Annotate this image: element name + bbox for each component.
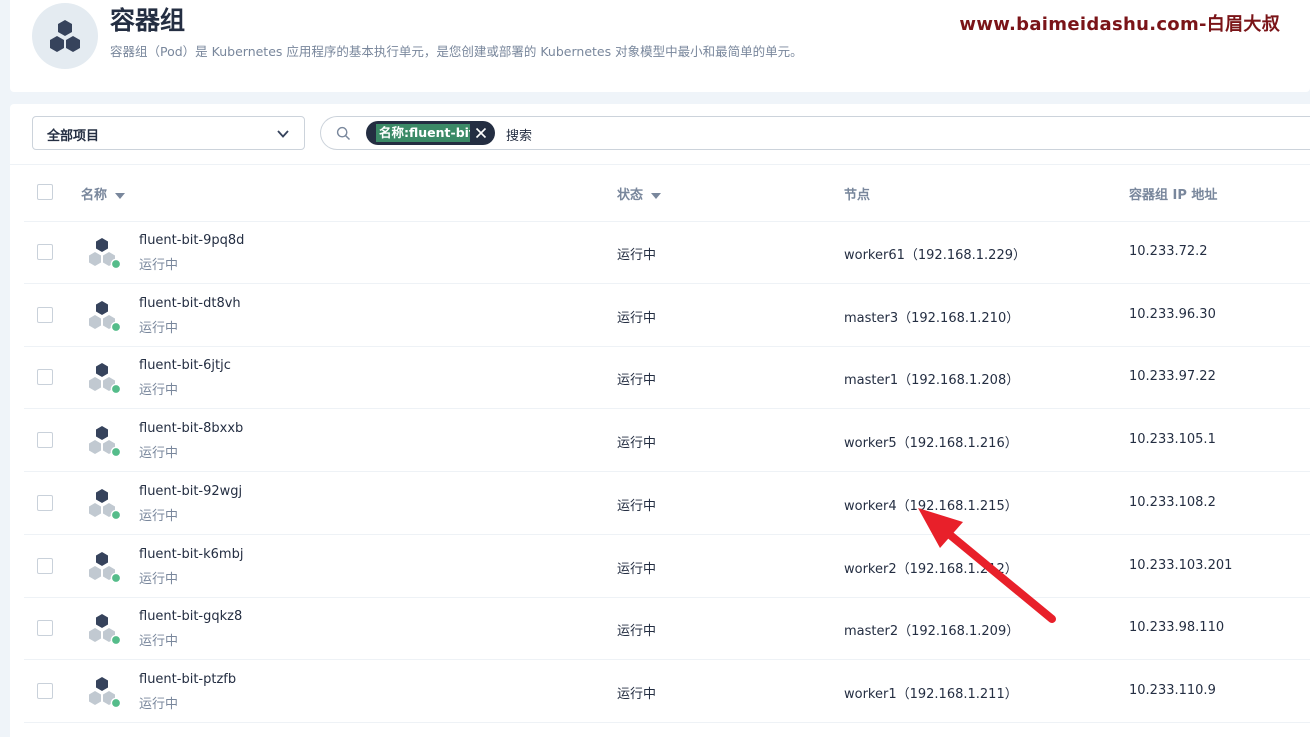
table-row[interactable]: fluent-bit-k6mbj 运行中 运行中 worker2（192.168.1.… [24, 535, 1310, 598]
ip-cell: 10.233.110.9 [1129, 682, 1216, 698]
pod-status-icon [89, 363, 122, 395]
pod-status-icon [89, 488, 122, 521]
search-input[interactable]: 搜索 [506, 125, 532, 144]
pod-status-icon [89, 676, 122, 709]
pod-status-subtext: 运行中 [139, 383, 179, 399]
row-checkbox[interactable] [37, 557, 53, 574]
sort-caret-icon [115, 192, 126, 199]
ip-cell: 10.233.108.2 [1129, 494, 1216, 510]
column-header-node: 节点 [844, 184, 870, 203]
chevron-down-icon [277, 130, 289, 138]
project-select[interactable]: 全部项目 [32, 116, 305, 150]
node-cell: worker1（192.168.1.211） [844, 686, 1018, 702]
pod-name-link[interactable]: fluent-bit-6jtjc [139, 358, 231, 373]
table-row[interactable]: fluent-bit-9pq8d 运行中 运行中 worker61（192.168.1… [24, 221, 1310, 284]
pod-name-link[interactable]: fluent-bit-gqkz8 [139, 609, 242, 624]
page-icon [32, 3, 98, 69]
status-cell: 运行中 [617, 498, 657, 514]
node-cell: master3（192.168.1.210） [844, 310, 1020, 326]
sort-caret-icon [651, 192, 662, 199]
pod-name-link[interactable]: fluent-bit-k6mbj [139, 547, 243, 562]
column-header-name[interactable]: 名称 [81, 184, 126, 203]
pod-status-subtext: 运行中 [139, 696, 179, 712]
pod-status-subtext: 运行中 [139, 508, 179, 524]
status-cell: 运行中 [617, 248, 657, 263]
table-row[interactable]: fluent-bit-6jtjc 运行中 运行中 master1（192.168.1.… [24, 346, 1310, 410]
ip-cell: 10.233.98.110 [1129, 620, 1225, 636]
filter-tag[interactable]: 名称:fluent-bit [366, 121, 495, 145]
project-select-value: 全部项目 [47, 129, 100, 144]
search-bar[interactable]: 名称:fluent-bit 搜索 [320, 116, 1310, 150]
table-row[interactable]: fluent-bit-92wgj 运行中 运行中 worker4（192.168.1.… [24, 472, 1310, 535]
search-icon [336, 126, 351, 141]
pod-status-icon [89, 300, 122, 332]
row-checkbox[interactable] [37, 682, 53, 699]
table-header: 名称 状态 节点 容器组 IP 地址 [24, 164, 1310, 222]
ip-cell: 10.233.105.1 [1129, 432, 1216, 448]
toolbar: 全部项目 名称:fluent-bit 搜索 [10, 104, 1310, 165]
pod-status-subtext: 运行中 [139, 320, 179, 336]
pod-status-subtext: 运行中 [139, 571, 179, 587]
status-cell: 运行中 [617, 436, 657, 452]
ip-cell: 10.233.96.30 [1129, 306, 1216, 322]
column-header-ip: 容器组 IP 地址 [1129, 184, 1217, 203]
filter-tag-label: 名称:fluent-bit [376, 124, 470, 142]
status-cell: 运行中 [617, 561, 657, 577]
status-cell: 运行中 [617, 686, 657, 702]
ip-cell: 10.233.103.201 [1129, 557, 1233, 573]
row-checkbox[interactable] [37, 244, 53, 260]
status-cell: 运行中 [617, 624, 657, 640]
row-checkbox[interactable] [37, 620, 53, 637]
status-cell: 运行中 [617, 373, 657, 389]
column-name-label: 名称 [81, 188, 108, 203]
ip-cell: 10.233.97.22 [1129, 369, 1216, 385]
node-cell: master2（192.168.1.209） [844, 624, 1020, 640]
pod-name-link[interactable]: fluent-bit-92wgj [139, 484, 242, 499]
pod-status-icon [89, 614, 122, 646]
pod-name-link[interactable]: fluent-bit-8bxxb [139, 421, 243, 436]
pod-list-panel: 全部项目 名称:fluent-bit 搜索 名称 状态 节点 容器组 IP 地址… [10, 104, 1310, 737]
row-checkbox[interactable] [37, 432, 53, 449]
column-node-label: 节点 [844, 188, 871, 203]
node-cell: worker4（192.168.1.215） [844, 498, 1018, 514]
status-cell: 运行中 [617, 310, 657, 326]
node-cell: master1（192.168.1.208） [844, 373, 1020, 389]
table-row[interactable]: fluent-bit-8bxxb 运行中 运行中 worker5（192.168.1.… [24, 409, 1310, 473]
pod-status-subtext: 运行中 [139, 258, 179, 273]
pod-name-link[interactable]: fluent-bit-9pq8d [139, 233, 244, 248]
pod-status-icon [89, 238, 122, 270]
column-header-status[interactable]: 状态 [617, 184, 662, 203]
row-checkbox[interactable] [37, 494, 53, 511]
pod-cluster-icon [50, 20, 80, 52]
table-row[interactable]: fluent-bit-gqkz8 运行中 运行中 master2（192.168.1.… [24, 597, 1310, 661]
ip-cell: 10.233.72.2 [1129, 244, 1208, 259]
pod-status-subtext: 运行中 [139, 634, 179, 650]
row-checkbox[interactable] [37, 369, 53, 386]
page-title: 容器组 [110, 6, 186, 35]
column-status-label: 状态 [617, 188, 644, 203]
pod-status-icon [89, 426, 122, 458]
pod-name-link[interactable]: fluent-bit-ptzfb [139, 672, 236, 687]
node-cell: worker2（192.168.1.212） [844, 561, 1018, 577]
column-ip-label: 容器组 IP 地址 [1129, 188, 1218, 203]
pod-status-icon [89, 551, 122, 583]
close-icon[interactable] [475, 127, 487, 139]
table-row[interactable]: fluent-bit-ptzfb 运行中 运行中 worker1（192.168.1.… [24, 660, 1310, 723]
page-description: 容器组（Pod）是 Kubernetes 应用程序的基本执行单元，是您创建或部署… [110, 44, 803, 59]
table-row[interactable]: fluent-bit-dt8vh 运行中 运行中 master3（192.168.1.… [24, 284, 1310, 347]
pod-status-subtext: 运行中 [139, 446, 179, 462]
node-cell: worker5（192.168.1.216） [844, 436, 1018, 452]
pod-name-link[interactable]: fluent-bit-dt8vh [139, 296, 241, 311]
page-header: 容器组 容器组（Pod）是 Kubernetes 应用程序的基本执行单元，是您创… [10, 0, 1310, 92]
row-checkbox[interactable] [37, 306, 53, 323]
watermark-text: www.baimeidashu.com-白眉大叔 [959, 14, 1280, 35]
select-all-checkbox[interactable] [37, 184, 53, 200]
node-cell: worker61（192.168.1.229） [844, 248, 1026, 263]
